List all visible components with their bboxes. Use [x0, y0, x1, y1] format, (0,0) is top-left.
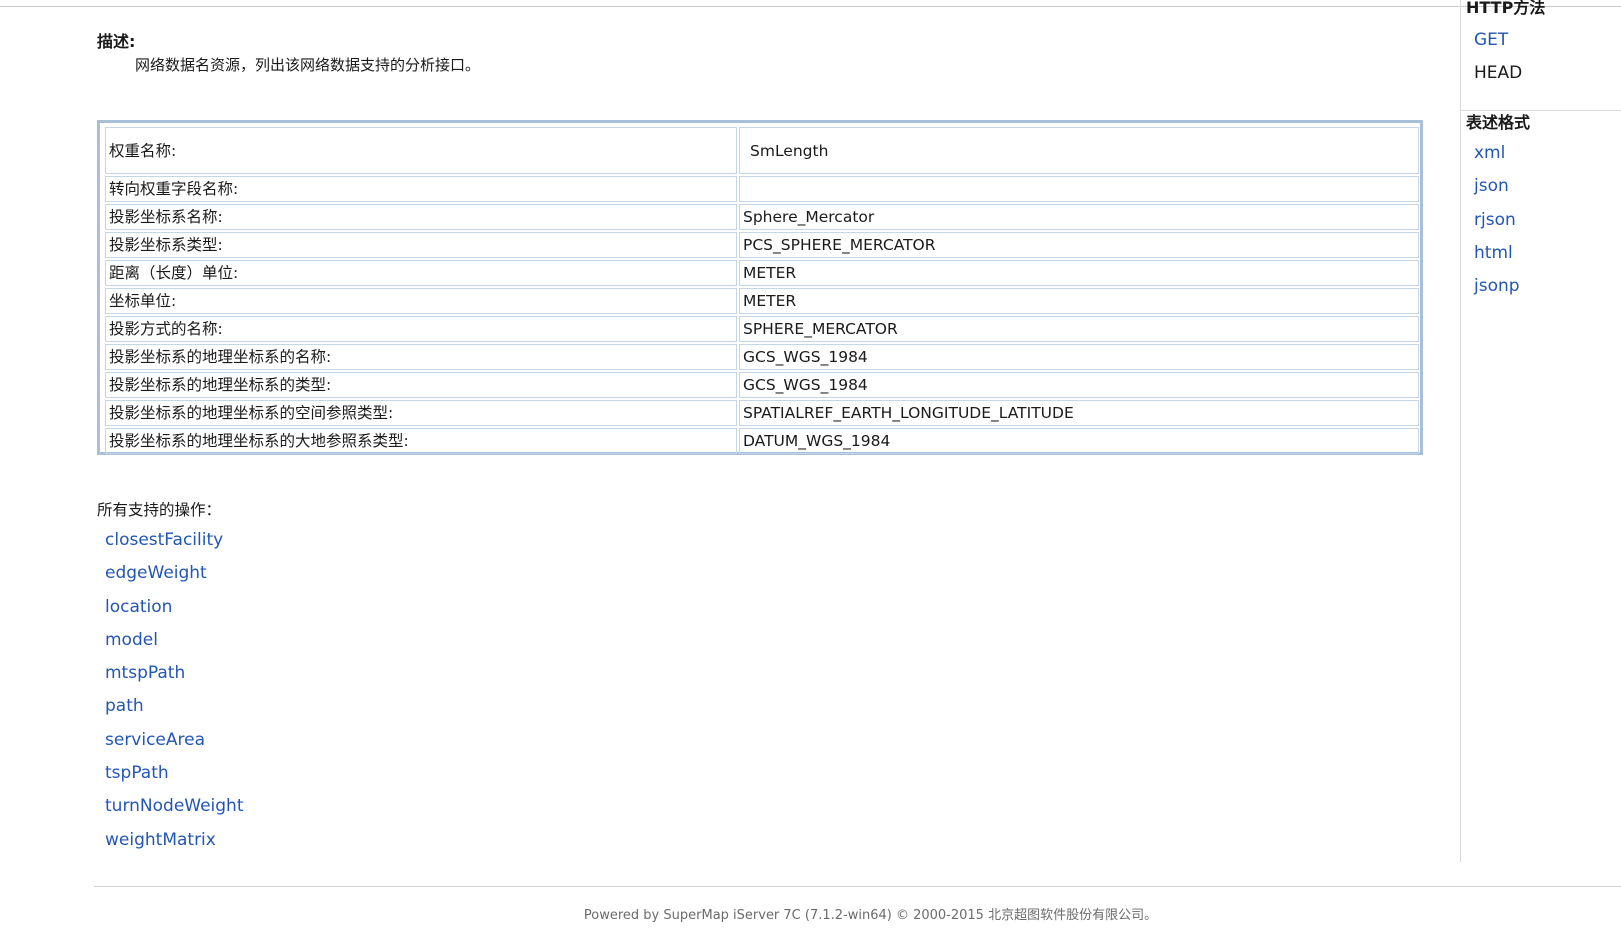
list-item: serviceArea [105, 730, 244, 763]
property-value: GCS_WGS_1984 [739, 372, 1419, 398]
http-methods-list: GET HEAD [1474, 30, 1522, 97]
list-item: tspPath [105, 763, 244, 796]
format-link-jsonp[interactable]: jsonp [1474, 276, 1520, 296]
operation-link-mtsppath[interactable]: mtspPath [105, 663, 185, 683]
property-value: SPHERE_MERCATOR [739, 316, 1419, 342]
top-divider [0, 6, 1621, 7]
property-value [739, 176, 1419, 202]
operation-link-path[interactable]: path [105, 696, 144, 716]
property-key: 权重名称: [105, 127, 737, 174]
operation-link-servicearea[interactable]: serviceArea [105, 730, 205, 750]
operation-link-edgeweight[interactable]: edgeWeight [105, 563, 207, 583]
property-key: 坐标单位: [105, 288, 737, 314]
formats-heading: 表述格式 [1466, 113, 1531, 132]
list-item: HEAD [1474, 63, 1522, 96]
footer-divider [94, 886, 1621, 887]
operation-link-model[interactable]: model [105, 630, 158, 650]
list-item: html [1474, 243, 1520, 276]
properties-table-grid: 权重名称: SmLength 转向权重字段名称: 投影坐标系名称: Sphere_Mer… [103, 125, 1421, 456]
table-row: 投影坐标系的地理坐标系的名称: GCS_WGS_1984 [105, 344, 1419, 370]
property-key: 距离（长度）单位: [105, 260, 737, 286]
list-item: edgeWeight [105, 563, 244, 596]
table-row: 投影坐标系类型: PCS_SPHERE_MERCATOR [105, 232, 1419, 258]
property-key: 投影坐标系的地理坐标系的大地参照系类型: [105, 428, 737, 454]
property-key: 投影坐标系的地理坐标系的空间参照类型: [105, 400, 737, 426]
list-item: location [105, 597, 244, 630]
property-value: SmLength [739, 127, 1419, 174]
property-value: PCS_SPHERE_MERCATOR [739, 232, 1419, 258]
list-item: path [105, 696, 244, 729]
table-row: 距离（长度）单位: METER [105, 260, 1419, 286]
list-item: turnNodeWeight [105, 796, 244, 829]
sidebar-divider [1460, 0, 1461, 862]
table-row: 投影坐标系的地理坐标系的类型: GCS_WGS_1984 [105, 372, 1419, 398]
property-key: 转向权重字段名称: [105, 176, 737, 202]
property-key: 投影方式的名称: [105, 316, 737, 342]
http-method-head: HEAD [1474, 63, 1523, 84]
list-item: rjson [1474, 210, 1520, 243]
table-row: 投影坐标系的地理坐标系的大地参照系类型: DATUM_WGS_1984 [105, 428, 1419, 454]
list-item: xml [1474, 143, 1520, 176]
table-row: 坐标单位: METER [105, 288, 1419, 314]
description-text: 网络数据名资源，列出该网络数据支持的分析接口。 [135, 56, 481, 74]
format-link-json[interactable]: json [1474, 176, 1509, 196]
page: 描述: 网络数据名资源，列出该网络数据支持的分析接口。 权重名称: SmLengt… [0, 0, 1621, 947]
description-heading: 描述: [97, 32, 136, 51]
http-method-get[interactable]: GET [1474, 30, 1508, 50]
property-value: DATUM_WGS_1984 [739, 428, 1419, 454]
operation-link-weightmatrix[interactable]: weightMatrix [105, 830, 216, 850]
operations-label: 所有支持的操作： [97, 501, 222, 519]
table-row: 投影方式的名称: SPHERE_MERCATOR [105, 316, 1419, 342]
property-value: METER [739, 260, 1419, 286]
property-key: 投影坐标系类型: [105, 232, 737, 258]
table-row: 投影坐标系名称: Sphere_Mercator [105, 204, 1419, 230]
format-link-html[interactable]: html [1474, 243, 1513, 263]
property-value: METER [739, 288, 1419, 314]
properties-table: 权重名称: SmLength 转向权重字段名称: 投影坐标系名称: Sphere_Mer… [97, 120, 1423, 455]
list-item: json [1474, 176, 1520, 209]
list-item: GET [1474, 30, 1522, 63]
http-methods-heading: HTTP方法 [1466, 0, 1546, 17]
operation-link-turnnodeweight[interactable]: turnNodeWeight [105, 796, 244, 816]
footer-text: Powered by SuperMap iServer 7C (7.1.2-wi… [583, 908, 1158, 923]
property-value: GCS_WGS_1984 [739, 344, 1419, 370]
operation-link-closestfacility[interactable]: closestFacility [105, 530, 223, 550]
property-value: SPATIALREF_EARTH_LONGITUDE_LATITUDE [739, 400, 1419, 426]
list-item: mtspPath [105, 663, 244, 696]
list-item: jsonp [1474, 276, 1520, 309]
list-item: closestFacility [105, 530, 244, 563]
list-item: weightMatrix [105, 830, 244, 863]
table-row: 权重名称: SmLength [105, 127, 1419, 174]
sidebar-section-divider [1460, 110, 1621, 111]
list-item: model [105, 630, 244, 663]
property-value: Sphere_Mercator [739, 204, 1419, 230]
format-link-rjson[interactable]: rjson [1474, 210, 1516, 230]
table-row: 转向权重字段名称: [105, 176, 1419, 202]
property-key: 投影坐标系的地理坐标系的名称: [105, 344, 737, 370]
formats-list: xml json rjson html jsonp [1474, 143, 1520, 309]
operations-list: closestFacility edgeWeight location model mt… [105, 530, 244, 863]
operation-link-tsppath[interactable]: tspPath [105, 763, 169, 783]
table-row: 投影坐标系的地理坐标系的空间参照类型: SPATIALREF_EARTH_LONG… [105, 400, 1419, 426]
format-link-xml[interactable]: xml [1474, 143, 1505, 163]
property-key: 投影坐标系的地理坐标系的类型: [105, 372, 737, 398]
property-key: 投影坐标系名称: [105, 204, 737, 230]
operation-link-location[interactable]: location [105, 597, 172, 617]
